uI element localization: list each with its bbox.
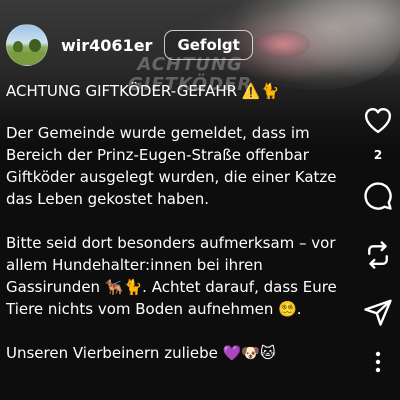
post-header: wir4061er Gefolgt	[6, 22, 253, 68]
send-icon	[364, 299, 392, 326]
comment-button[interactable]	[356, 176, 400, 216]
heart-icon	[364, 107, 392, 134]
following-button[interactable]: Gefolgt	[164, 30, 253, 60]
avatar[interactable]	[6, 24, 48, 66]
caption-title: ACHTUNG GIFTKÖDER-GEFAHR ⚠️🐈	[6, 82, 280, 100]
post-caption: ACHTUNG GIFTKÖDER-GEFAHR ⚠️🐈 Der Gemeind…	[6, 80, 351, 364]
more-options-button[interactable]	[356, 342, 400, 382]
repost-button[interactable]	[356, 235, 400, 275]
caption-paragraph-1: Der Gemeinde wurde gemeldet, dass im Ber…	[6, 124, 337, 208]
more-vertical-icon	[375, 351, 381, 373]
username-link[interactable]: wir4061er	[61, 36, 152, 55]
comment-icon	[364, 182, 392, 210]
caption-paragraph-2: Bitte seid dort besonders aufmerksam – v…	[6, 234, 337, 318]
avatar-field	[7, 52, 47, 65]
caption-paragraph-3: Unseren Vierbeinern zuliebe 💜🐶🐱	[6, 344, 276, 362]
cat-mouth-image	[255, 30, 310, 58]
like-count: 2	[373, 148, 383, 162]
share-button[interactable]	[356, 292, 400, 332]
repost-icon	[368, 241, 388, 269]
like-button[interactable]	[356, 100, 400, 140]
avatar-tree	[29, 39, 41, 52]
